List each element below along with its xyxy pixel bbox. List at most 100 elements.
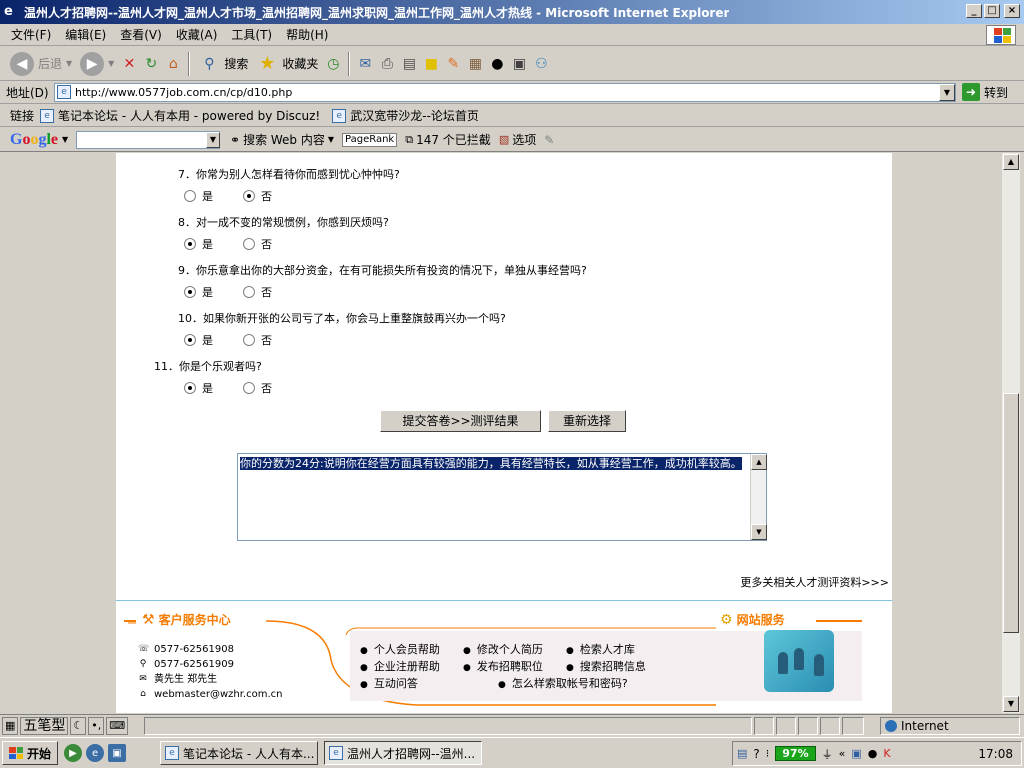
forward-dropdown-icon[interactable]: ▼ bbox=[108, 59, 114, 68]
clock[interactable]: 17:08 bbox=[978, 747, 1013, 761]
radio-no[interactable]: 否 bbox=[243, 236, 272, 252]
textarea-scrollbar[interactable]: ▲ ▼ bbox=[750, 454, 767, 540]
google-search-dropdown-icon[interactable]: ▼ bbox=[206, 132, 220, 148]
task-label: 笔记本论坛 - 人人有本... bbox=[183, 746, 315, 761]
taskbar-item[interactable]: e 笔记本论坛 - 人人有本... bbox=[160, 741, 318, 765]
radio-no[interactable]: 否 bbox=[243, 188, 272, 204]
scroll-up-icon[interactable]: ▲ bbox=[751, 454, 767, 470]
back-button[interactable]: ◀ 后退 ▼ bbox=[6, 50, 76, 78]
radio-yes[interactable]: 是 bbox=[184, 284, 213, 300]
moon-icon[interactable]: ☾ bbox=[70, 717, 87, 735]
radio-yes[interactable]: 是 bbox=[184, 236, 213, 252]
google-options-button[interactable]: ▧ 选项 bbox=[499, 131, 536, 148]
minimize-button[interactable]: _ bbox=[966, 4, 982, 18]
note-icon[interactable]: ■ bbox=[420, 53, 442, 75]
network-icon[interactable]: ▣ bbox=[851, 747, 861, 760]
qq-icon[interactable]: ● bbox=[868, 747, 878, 760]
link-wuhan-broadband[interactable]: e 武汉宽带沙龙--论坛首页 bbox=[332, 107, 479, 124]
scroll-thumb[interactable] bbox=[1003, 393, 1019, 633]
service-link[interactable]: ● 个人会员帮助 bbox=[360, 642, 463, 659]
highlighter-icon[interactable]: ✎ bbox=[544, 133, 554, 147]
print-icon[interactable]: ⎙ bbox=[376, 53, 398, 75]
ime-logo-icon[interactable]: ▦ bbox=[2, 717, 19, 735]
ie-icon[interactable]: e bbox=[86, 744, 105, 762]
qq-penguin-icon[interactable]: ● bbox=[486, 53, 508, 75]
start-button[interactable]: 开始 bbox=[2, 741, 59, 765]
ime-tray-icon[interactable]: ▤ bbox=[737, 747, 747, 760]
scroll-down-icon[interactable]: ▼ bbox=[751, 524, 767, 540]
radio-yes[interactable]: 是 bbox=[184, 380, 213, 396]
more-assessment-link[interactable]: 更多关相关人才测评资料>>> bbox=[740, 574, 889, 590]
edit-icon[interactable]: ▤ bbox=[398, 53, 420, 75]
ime-name[interactable]: 五笔型 bbox=[20, 717, 69, 735]
scroll-up-icon[interactable]: ▲ bbox=[1003, 154, 1019, 170]
search-button[interactable]: ⚲ 搜索 bbox=[194, 50, 252, 78]
punctuation-icon[interactable]: •, bbox=[88, 717, 105, 735]
service-link[interactable]: ● 修改个人简历 bbox=[463, 642, 566, 659]
google-search-input[interactable] bbox=[76, 131, 220, 149]
maximize-button[interactable]: □ bbox=[984, 4, 1000, 18]
home-icon[interactable]: ⌂ bbox=[162, 53, 184, 75]
popup-blocker-button[interactable]: ⧉ 147 个已拦截 bbox=[405, 131, 491, 148]
link-notebook-forum[interactable]: e 笔记本论坛 - 人人有本用 - powered by Discuz! bbox=[40, 107, 320, 124]
radio-no[interactable]: 否 bbox=[243, 332, 272, 348]
keyboard-icon[interactable]: ⌨ bbox=[106, 717, 129, 735]
service-link[interactable]: ● 搜索招聘信息 bbox=[566, 659, 646, 676]
menu-edit[interactable]: 编辑(E) bbox=[58, 24, 113, 45]
antivirus-icon[interactable]: K bbox=[883, 747, 890, 760]
service-link[interactable]: ● 互动问答 bbox=[360, 676, 498, 693]
radio-yes[interactable]: 是 bbox=[184, 332, 213, 348]
help-icon[interactable]: ? bbox=[753, 747, 759, 761]
contact-email[interactable]: webmaster@wzhr.com.cn bbox=[154, 687, 282, 702]
radio-no[interactable]: 否 bbox=[243, 284, 272, 300]
result-textarea[interactable]: 你的分数为24分:说明你在经营方面具有较强的能力，具有经营特长，如从事经营工作，… bbox=[237, 453, 767, 541]
battery-indicator[interactable]: 97% bbox=[775, 746, 816, 761]
menu-help[interactable]: 帮助(H) bbox=[279, 24, 335, 45]
power-plug-icon[interactable]: ⏚ bbox=[822, 746, 833, 762]
mail-icon[interactable]: ✉ bbox=[354, 53, 376, 75]
google-menu-dropdown-icon[interactable]: ▼ bbox=[62, 135, 68, 144]
refresh-icon[interactable]: ↻ bbox=[140, 53, 162, 75]
service-link[interactable]: ● 检索人才库 bbox=[566, 642, 635, 659]
radio-no[interactable]: 否 bbox=[243, 380, 272, 396]
messenger-icon[interactable]: ✎ bbox=[442, 53, 464, 75]
menu-icon[interactable]: ⁝ bbox=[766, 747, 770, 760]
media-player-icon[interactable]: ▶ bbox=[64, 744, 83, 762]
users-icon[interactable]: ⚇ bbox=[530, 53, 552, 75]
show-hidden-icon[interactable]: « bbox=[839, 747, 846, 760]
pagerank-indicator[interactable]: PageRank bbox=[342, 132, 398, 147]
go-button[interactable]: ➜ 转到 bbox=[962, 83, 1008, 101]
question-text: 11．你是个乐观者吗? bbox=[154, 360, 262, 373]
google-logo[interactable]: Google bbox=[10, 131, 58, 149]
menu-file[interactable]: 文件(F) bbox=[4, 24, 58, 45]
close-button[interactable]: × bbox=[1004, 4, 1020, 18]
stop-icon[interactable]: ✕ bbox=[118, 53, 140, 75]
address-dropdown-icon[interactable]: ▼ bbox=[939, 84, 955, 101]
favorites-button[interactable]: ★ 收藏夹 bbox=[252, 50, 322, 78]
service-link[interactable]: ● 发布招聘职位 bbox=[463, 659, 566, 676]
address-input[interactable]: e http://www.0577job.com.cn/cp/d10.php bbox=[54, 83, 956, 102]
menu-favorites[interactable]: 收藏(A) bbox=[169, 24, 225, 45]
back-dropdown-icon[interactable]: ▼ bbox=[66, 59, 72, 68]
service-link[interactable]: ● 怎么样索取帐号和密码? bbox=[498, 676, 628, 693]
history-icon[interactable]: ◷ bbox=[322, 53, 344, 75]
explorer-icon[interactable]: ▣ bbox=[108, 744, 127, 762]
popup-blocked-status[interactable] bbox=[842, 717, 864, 735]
menu-view[interactable]: 查看(V) bbox=[113, 24, 169, 45]
menu-tools[interactable]: 工具(T) bbox=[224, 24, 279, 45]
research-icon[interactable]: ▦ bbox=[464, 53, 486, 75]
search-label: 搜索 bbox=[224, 57, 249, 71]
forward-arrow-icon: ▶ bbox=[80, 51, 105, 76]
forward-button[interactable]: ▶ ▼ bbox=[76, 50, 118, 78]
google-search-web-button[interactable]: ⚭ 搜索 Web 内容 ▼ bbox=[230, 131, 334, 148]
address-bar: 地址(D) e http://www.0577job.com.cn/cp/d10… bbox=[0, 82, 1024, 104]
page-scrollbar[interactable]: ▲ ▼ bbox=[1002, 153, 1020, 713]
radio-yes[interactable]: 是 bbox=[184, 188, 213, 204]
service-link[interactable]: ● 企业注册帮助 bbox=[360, 659, 463, 676]
download-icon[interactable]: ▣ bbox=[508, 53, 530, 75]
submit-button[interactable]: 提交答卷>>测评结果 bbox=[380, 410, 541, 432]
taskbar-item-active[interactable]: e 温州人才招聘网--温州... bbox=[324, 741, 482, 765]
scroll-down-icon[interactable]: ▼ bbox=[1003, 696, 1019, 712]
favorites-label: 收藏夹 bbox=[282, 57, 319, 71]
reset-button[interactable]: 重新选择 bbox=[548, 410, 626, 432]
